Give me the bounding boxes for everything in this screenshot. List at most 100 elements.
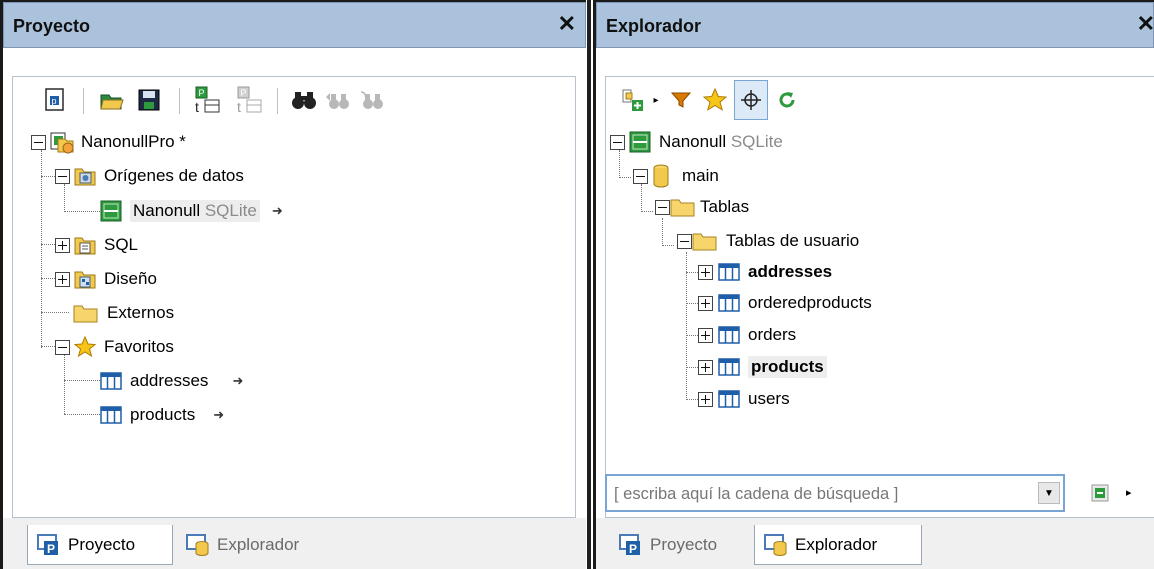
filter-icon[interactable] [666, 80, 696, 120]
save-project-icon[interactable] [135, 80, 163, 120]
svg-text:t: t [237, 99, 241, 115]
svg-text:P: P [199, 88, 205, 98]
tab-explorador[interactable]: Explorador [177, 525, 347, 565]
explorer-toolbar: ▸ [618, 80, 858, 122]
search-input[interactable]: [ escriba aquí la cadena de búsqueda ] ▼ [605, 474, 1065, 512]
tree-item-project-root[interactable]: NanonullPro * [31, 127, 186, 157]
table-addresses-label: addresses [748, 262, 833, 281]
search-dropdown-icon[interactable]: ▼ [1038, 482, 1060, 504]
expand-toggle-icon[interactable] [698, 391, 713, 407]
tree-item-nanonull-datasource[interactable]: Nanonull SQLite ➜ [100, 196, 283, 226]
datasource-type-label: SQLite [730, 132, 783, 151]
go-to-arrow-icon[interactable]: ➜ [232, 373, 243, 389]
find-icon[interactable] [289, 80, 319, 120]
project-title: Proyecto [13, 16, 91, 36]
sync-tree-icon[interactable] [734, 80, 768, 120]
tab-proyecto-label: Proyecto [650, 535, 718, 554]
open-project-icon[interactable] [97, 80, 127, 120]
external-label: Externos [107, 303, 175, 322]
collapse-toggle-icon[interactable] [55, 168, 70, 184]
find-previous-icon[interactable] [357, 80, 387, 120]
project-close-icon[interactable]: ✕ [558, 12, 576, 36]
tree-item-table-addresses[interactable]: addresses [698, 257, 832, 287]
remove-datasource-icon[interactable]: Pt [233, 80, 265, 120]
table-users-label: users [748, 389, 790, 408]
tree-item-main[interactable]: main [633, 161, 719, 191]
explorer-tab-icon [763, 532, 793, 558]
database-connection-icon [629, 131, 651, 153]
explorer-close-icon[interactable]: ✕ [1137, 12, 1154, 36]
expand-toggle-icon[interactable] [698, 264, 713, 280]
go-to-arrow-icon[interactable]: ➜ [213, 407, 224, 423]
add-to-design-icon[interactable] [618, 80, 648, 120]
tree-item-table-orders[interactable]: orders [698, 320, 796, 350]
tree-item-fav-addresses[interactable]: addresses ➜ [100, 366, 243, 396]
favorites-label: Favoritos [104, 337, 174, 356]
design-label: Diseño [104, 269, 157, 288]
fav-addresses-label: addresses [130, 371, 209, 390]
collapse-toggle-icon[interactable] [55, 339, 70, 355]
tree-item-sql[interactable]: SQL [55, 230, 138, 260]
tab-explorador-label: Explorador [217, 535, 300, 554]
tree-item-table-products[interactable]: products [698, 352, 827, 382]
expand-toggle-icon[interactable] [698, 327, 713, 343]
tree-item-nanonull-db[interactable]: Nanonull SQLite [610, 127, 783, 157]
svg-text:t: t [195, 99, 199, 115]
project-root-label: NanonullPro * [81, 132, 186, 151]
tree-item-design[interactable]: Diseño [55, 264, 157, 294]
go-to-arrow-icon[interactable]: ➜ [272, 203, 283, 219]
tree-item-external[interactable]: Externos [69, 298, 174, 328]
user-tables-label: Tablas de usuario [726, 231, 860, 250]
favorites-star-icon[interactable] [700, 80, 730, 120]
tree-item-tables[interactable]: Tablas [655, 192, 749, 222]
project-tab-strip: P Proyecto Explorador [3, 518, 586, 569]
user-tables-folder-icon [692, 230, 718, 252]
tab-proyecto[interactable]: P Proyecto [610, 525, 750, 565]
tab-proyecto[interactable]: P Proyecto [27, 525, 173, 565]
table-products-label: products [748, 356, 827, 378]
database-cylinder-icon [652, 164, 670, 188]
search-options-icon[interactable] [1090, 483, 1110, 503]
datasource-type-label: SQLite [204, 201, 257, 220]
expand-toggle-icon[interactable] [55, 271, 70, 287]
expand-toggle-icon[interactable] [698, 295, 713, 311]
table-orders-label: orders [748, 325, 797, 344]
tree-item-table-users[interactable]: users [698, 384, 790, 414]
panel-divider[interactable] [586, 0, 593, 569]
tree-item-favorites[interactable]: Favoritos [55, 332, 174, 362]
data-sources-label: Orígenes de datos [104, 166, 244, 185]
design-folder-icon [74, 268, 96, 290]
tree-item-table-orderedproducts[interactable]: orderedproducts [698, 288, 872, 318]
refresh-icon[interactable] [772, 80, 802, 120]
table-orderedproducts-label: orderedproducts [748, 293, 872, 312]
collapse-toggle-icon[interactable] [633, 168, 648, 184]
table-icon [100, 405, 122, 425]
tree-item-data-sources[interactable]: Orígenes de datos [55, 161, 244, 191]
svg-text:P: P [629, 542, 637, 556]
external-folder-icon [73, 302, 99, 324]
explorer-panel: Explorador ✕ ▸ Nanonull SQLite main Tabl… [593, 0, 1154, 569]
collapse-toggle-icon[interactable] [610, 134, 625, 150]
table-icon [718, 357, 740, 377]
expand-toggle-icon[interactable] [698, 359, 713, 375]
table-icon [718, 293, 740, 313]
tables-folder-icon [670, 196, 696, 218]
tab-proyecto-label: Proyecto [68, 534, 136, 554]
search-menu-arrow-icon[interactable]: ▸ [1126, 486, 1132, 499]
collapse-toggle-icon[interactable] [677, 233, 692, 249]
fav-products-label: products [130, 405, 196, 424]
dropdown-arrow-icon[interactable]: ▸ [650, 80, 662, 120]
explorer-root-label: Nanonull SQLite [659, 132, 783, 151]
tab-explorador[interactable]: Explorador [754, 525, 922, 565]
collapse-toggle-icon[interactable] [655, 199, 670, 215]
tree-item-user-tables[interactable]: Tablas de usuario [677, 226, 859, 256]
collapse-toggle-icon[interactable] [31, 134, 46, 150]
add-datasource-icon[interactable]: Pt [191, 80, 223, 120]
project-file-icon[interactable]: p [41, 80, 69, 120]
find-next-icon[interactable] [323, 80, 353, 120]
nanonull-datasource-label: Nanonull SQLite [130, 200, 260, 222]
explorer-tab-icon [185, 532, 215, 558]
tree-item-fav-products[interactable]: products ➜ [100, 400, 224, 430]
table-icon [718, 325, 740, 345]
expand-toggle-icon[interactable] [55, 237, 70, 253]
